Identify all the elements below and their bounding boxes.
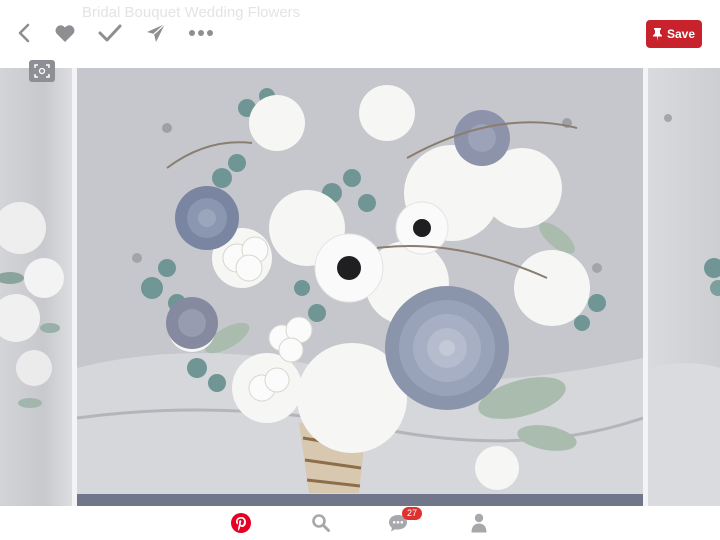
back-chevron-icon[interactable] — [11, 20, 37, 46]
next-pin-preview[interactable] — [648, 68, 720, 506]
faded-pin-title: Bridal Bouquet Wedding Flowers — [82, 4, 301, 21]
next-pin-image — [648, 114, 720, 506]
previous-pin-preview[interactable] — [0, 68, 72, 506]
pinterest-logo-icon[interactable] — [229, 511, 253, 535]
heart-icon[interactable] — [52, 20, 78, 46]
previous-pin-image — [0, 202, 64, 408]
save-button-label: Save — [666, 27, 696, 41]
profile-icon[interactable] — [467, 511, 491, 535]
pinterest-pin-view: Bridal Bouquet Wedding Flowers Save 27 — [0, 0, 720, 540]
pin-image[interactable] — [77, 68, 643, 506]
send-icon[interactable] — [143, 20, 169, 46]
search-icon[interactable] — [309, 511, 333, 535]
checkmark-icon[interactable] — [97, 20, 123, 46]
notifications-count-badge: 27 — [402, 507, 422, 520]
more-dots-icon[interactable] — [188, 20, 214, 46]
bouquet-photo — [77, 68, 643, 506]
pin-caption-bar — [77, 494, 643, 506]
save-button[interactable]: Save — [646, 20, 702, 48]
top-toolbar: Bridal Bouquet Wedding Flowers Save — [0, 0, 720, 68]
bottom-navigation — [0, 506, 720, 540]
visual-search-icon[interactable] — [29, 60, 55, 82]
pin-icon — [652, 27, 662, 41]
